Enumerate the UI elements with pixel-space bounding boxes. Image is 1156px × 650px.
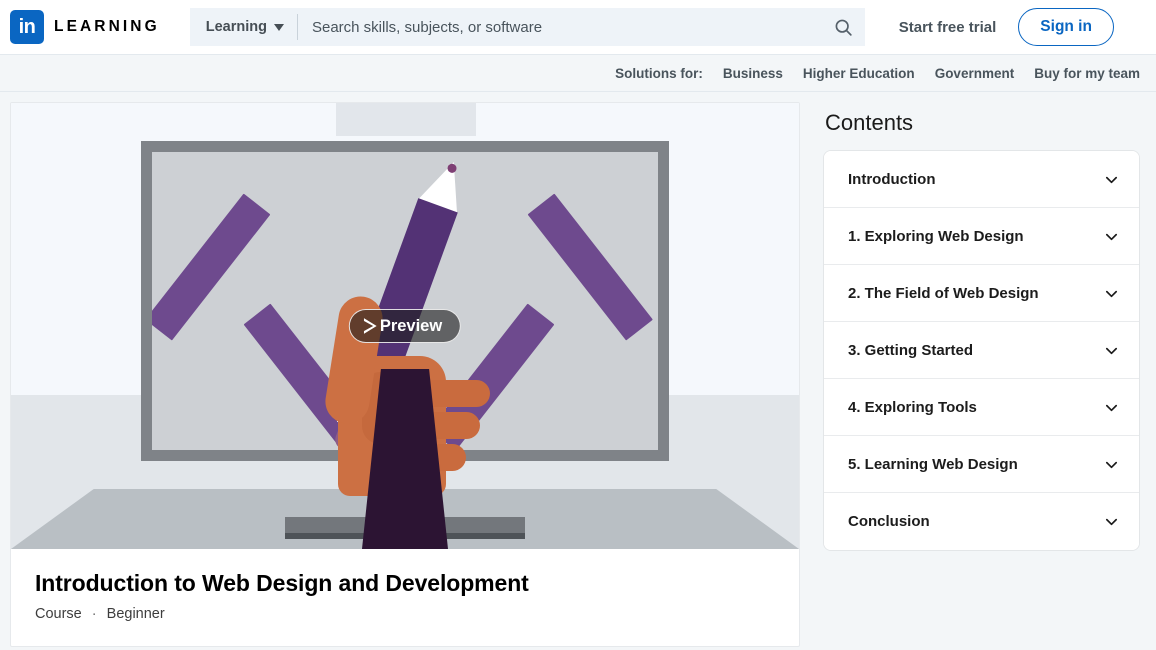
sidebar-item-learning-web-design[interactable]: 5. Learning Web Design [824,436,1139,493]
sidebar-item-introduction[interactable]: Introduction [824,151,1139,208]
solutions-sub-nav: Solutions for: Business Higher Education… [0,54,1156,92]
start-free-trial-link[interactable]: Start free trial [899,19,997,36]
meta-separator: · [91,605,97,622]
chevron-down-icon [1105,518,1118,526]
sub-nav-item-higher-education[interactable]: Higher Education [803,66,915,81]
search-submit-button[interactable] [823,8,865,46]
course-meta: Introduction to Web Design and Developme… [11,549,799,646]
sidebar-item-conclusion[interactable]: Conclusion [824,493,1139,550]
sidebar-item-getting-started[interactable]: 3. Getting Started [824,322,1139,379]
linkedin-logo-icon: in [10,10,44,44]
course-card: Preview Introduction to Web Design and D… [10,102,800,647]
sub-nav-item-business[interactable]: Business [723,66,783,81]
solutions-for-label: Solutions for: [615,65,703,81]
contents-sidebar: Contents Introduction 1. Exploring Web D… [823,102,1140,551]
table-of-contents-card: Introduction 1. Exploring Web Design 2. … [823,150,1140,551]
chevron-down-icon [273,23,284,31]
preview-button[interactable]: Preview [348,309,462,343]
chevron-down-icon [1105,347,1118,354]
toc-section-label: 1. Exploring Web Design [848,227,1024,245]
contents-heading: Contents [825,110,914,135]
chevron-down-icon [1105,176,1118,183]
course-hero-video[interactable]: Preview [11,103,799,549]
sidebar-item-exploring-web-design[interactable]: 1. Exploring Web Design [824,208,1139,265]
search-icon [835,19,852,36]
search-cluster: Learning [189,8,865,46]
chevron-down-icon [1105,461,1118,468]
sub-nav-item-government[interactable]: Government [935,66,1015,81]
toc-section-label: 2. The Field of Web Design [848,284,1039,302]
header-actions: Start free trial Sign in [899,8,1114,46]
course-subtitle: Course · Beginner [35,606,775,622]
sidebar-item-exploring-tools[interactable]: 4. Exploring Tools [824,379,1139,436]
brand-wordmark: LEARNING [54,18,160,35]
page-title: Introduction to Web Design and Developme… [35,570,529,596]
toc-section-label: 5. Learning Web Design [848,455,1018,473]
toc-section-label: 4. Exploring Tools [848,398,977,416]
sign-in-button[interactable]: Sign in [1018,8,1114,46]
preview-button-label: Preview [379,316,443,335]
sub-nav-item-buy-for-my-team[interactable]: Buy for my team [1034,66,1140,81]
global-header: in LEARNING Learning Start free trial Si… [0,0,1156,54]
hero-wall-panel [336,103,476,136]
sidebar-item-field-of-web-design[interactable]: 2. The Field of Web Design [824,265,1139,322]
toc-section-label: 3. Getting Started [848,341,974,359]
search-scope-label: Learning [205,19,267,35]
course-level-label: Beginner [106,605,165,622]
page-body: Preview Introduction to Web Design and D… [0,92,1156,647]
search-scope-dropdown[interactable]: Learning [190,8,297,46]
linkedin-learning-brand[interactable]: in LEARNING [10,10,160,44]
course-type-label: Course [35,605,82,622]
play-triangle-icon [364,318,377,334]
chevron-down-icon [1105,233,1118,240]
toc-section-label: Introduction [848,170,936,188]
chevron-down-icon [1105,290,1118,297]
toc-section-label: Conclusion [848,513,930,530]
chevron-down-icon [1105,404,1118,411]
search-input[interactable] [297,8,823,46]
